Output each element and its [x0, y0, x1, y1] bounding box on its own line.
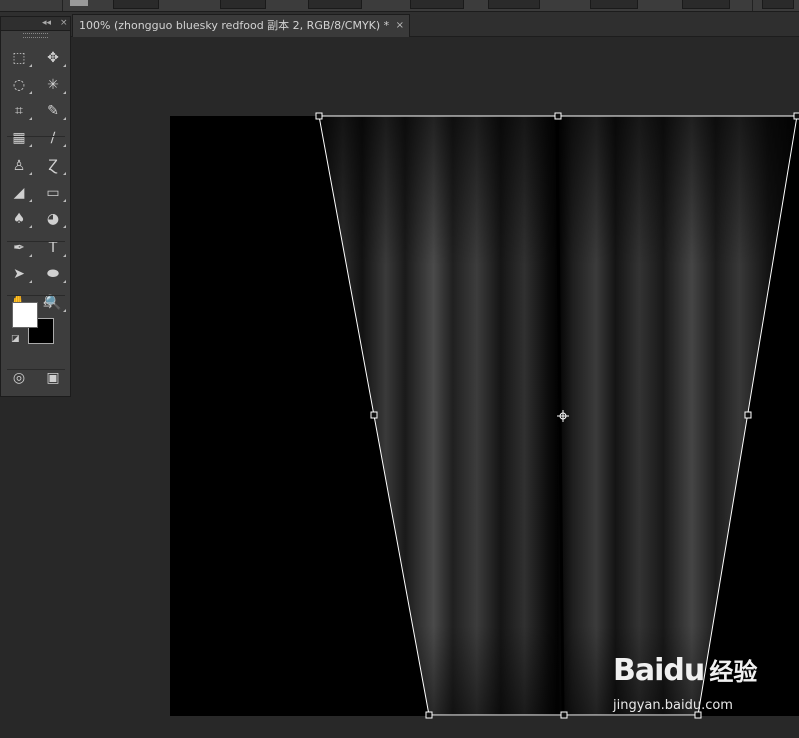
history-brush-icon[interactable]: Ɀ [41, 155, 66, 177]
screen-mode-icon[interactable]: ▣ [41, 367, 65, 389]
ellipse-icon[interactable]: ⬬ [41, 263, 66, 285]
baidu-watermark: Baidu 经验 jingyan.baidu.com [613, 652, 758, 713]
panel-grip[interactable] [23, 33, 48, 38]
path-selection-icon[interactable]: ➤ [7, 263, 32, 285]
tools-panel-header[interactable]: ◂◂ × [1, 17, 70, 31]
magic-wand-icon[interactable]: ✳ [41, 74, 66, 96]
watermark-brand: 经验 [709, 658, 758, 686]
gradient-icon[interactable]: ▭ [41, 182, 66, 204]
curtain-artwork [315, 112, 799, 719]
crop-icon[interactable]: ⌗ [7, 100, 32, 122]
blur-icon[interactable]: ♠ [7, 208, 32, 230]
lasso-icon[interactable]: ◌ [7, 74, 32, 96]
healing-brush-icon[interactable]: ▦ [7, 127, 32, 149]
watermark-url: jingyan.baidu.com [613, 698, 733, 713]
quick-mask-icon[interactable]: ◎ [7, 367, 31, 389]
dodge-icon[interactable]: ◕ [41, 208, 66, 230]
move-icon[interactable]: ✥ [41, 47, 66, 69]
brush-icon[interactable]: ∕ [41, 127, 66, 149]
pen-icon[interactable]: ✒ [7, 237, 32, 259]
eraser-icon[interactable]: ◢ [7, 182, 32, 204]
collapse-panel-icon[interactable]: ◂◂ [42, 17, 51, 29]
watermark-logo-suffix: du [663, 653, 705, 688]
type-icon[interactable]: T [41, 237, 66, 259]
clone-stamp-icon[interactable]: ♙ [7, 155, 32, 177]
default-colors-icon[interactable]: ◪ [11, 334, 21, 344]
rectangular-marquee-icon[interactable]: ⬚ [7, 47, 32, 69]
watermark-logo: Bai [613, 653, 664, 688]
close-panel-icon[interactable]: × [60, 17, 68, 29]
foreground-color-swatch[interactable] [12, 302, 38, 328]
eyedropper-icon[interactable]: ✎ [41, 100, 66, 122]
swap-colors-icon[interactable]: ⇆ [43, 298, 52, 311]
